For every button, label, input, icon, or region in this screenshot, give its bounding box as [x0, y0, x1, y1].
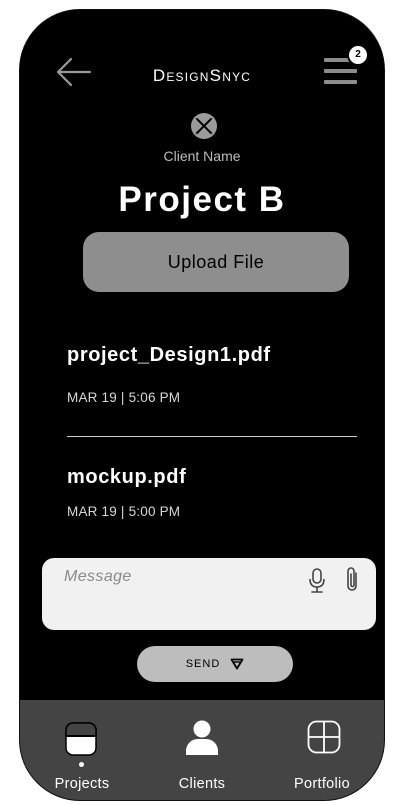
file-date: MAR 19 | 5:00 PM — [67, 504, 181, 519]
close-circle-icon[interactable] — [190, 112, 218, 140]
send-button[interactable]: SEND — [137, 646, 293, 682]
tab-clients[interactable]: Clients — [147, 700, 257, 800]
file-name[interactable]: mockup.pdf — [67, 466, 186, 489]
tab-label: Clients — [178, 776, 226, 792]
notification-badge: 2 — [347, 44, 369, 66]
client-name-label: Client Name — [163, 148, 241, 164]
projects-icon — [65, 722, 97, 761]
grid-icon — [307, 720, 341, 759]
divider — [67, 436, 357, 437]
bottom-tab-bar: Projects Clients Portfolio — [20, 700, 384, 800]
active-indicator — [79, 762, 84, 767]
microphone-icon[interactable] — [308, 568, 326, 594]
upload-file-button[interactable]: Upload File — [83, 232, 349, 292]
send-button-label: SEND — [185, 658, 221, 670]
paperclip-icon[interactable] — [342, 566, 362, 594]
project-title: Project B — [118, 180, 286, 219]
file-name[interactable]: project_Design1.pdf — [67, 344, 271, 367]
file-date: MAR 19 | 5:06 PM — [67, 390, 181, 405]
menu-button[interactable]: 2 — [324, 44, 369, 94]
tab-label: Projects — [54, 776, 110, 792]
user-icon — [185, 720, 219, 761]
tab-portfolio[interactable]: Portfolio — [267, 700, 377, 800]
tab-projects[interactable]: Projects — [27, 700, 137, 800]
message-composer — [42, 558, 376, 630]
tab-label: Portfolio — [294, 776, 350, 792]
send-triangle-icon — [230, 658, 244, 670]
phone-screen: DesignSnyc 2 Client Name Project B Uploa… — [20, 10, 384, 800]
message-input[interactable] — [64, 566, 284, 588]
